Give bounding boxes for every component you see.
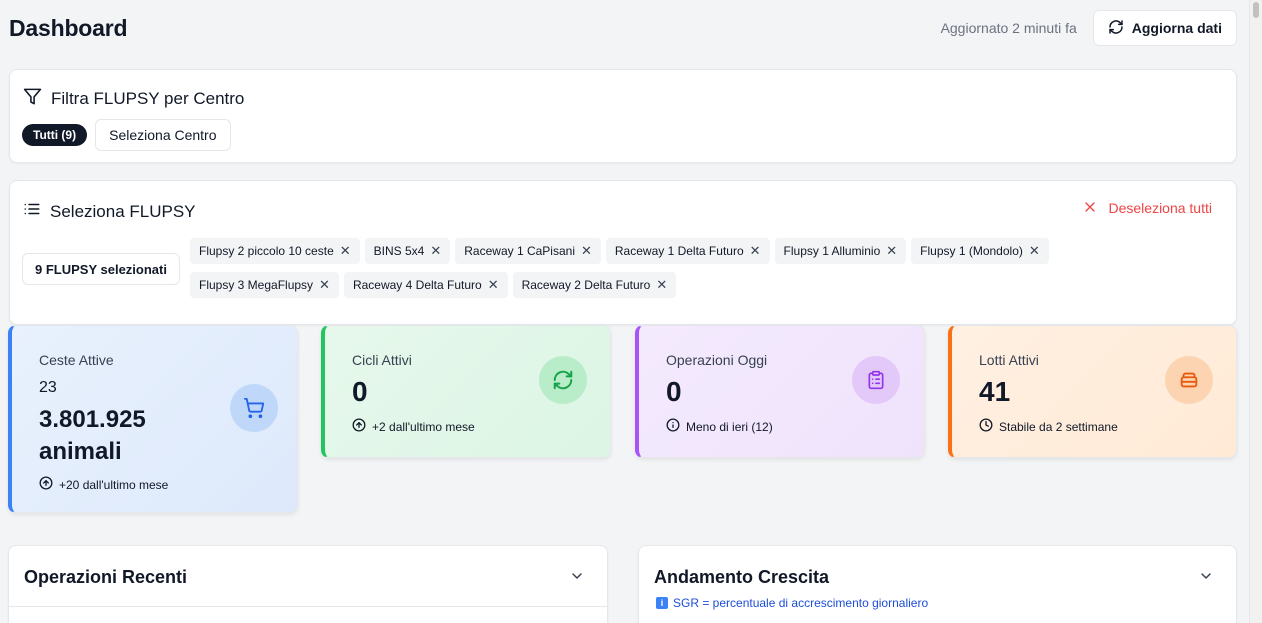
flupsy-chip-label: Raceway 1 Delta Futuro [614,244,744,258]
stat-trend-text: +20 dall'ultimo mese [59,477,169,492]
stat-trend: +2 dall'ultimo mese [352,418,475,435]
stat-trend: Meno di ieri (12) [666,418,773,435]
page-scrollbar[interactable] [1249,0,1262,623]
flupsy-chip[interactable]: BINS 5x4 ✕ [364,238,451,264]
stat-value: 41 [979,376,1011,407]
stat-basket-count: 23 [39,379,57,396]
cart-icon [230,384,278,432]
arrow-up-circle-icon [39,476,53,493]
refresh-data-button[interactable]: Aggiorna dati [1092,10,1237,46]
sgr-note-text: SGR = percentuale di accrescimento giorn… [673,596,929,610]
panel-divider [9,606,607,607]
remove-chip-icon[interactable]: ✕ [581,243,592,259]
remove-chip-icon[interactable]: ✕ [656,277,667,293]
remove-chip-icon[interactable]: ✕ [1029,243,1040,259]
all-centers-pill[interactable]: Tutti (9) [22,124,88,146]
flupsy-chip[interactable]: Raceway 1 CaPisani ✕ [455,238,601,264]
stat-label: Operazioni Oggi [666,352,768,368]
flupsy-select-title: Seleziona FLUPSY [50,201,196,221]
refresh-cycle-icon [539,356,587,404]
flupsy-select-heading: Seleziona FLUPSY [23,200,196,223]
filter-icon [23,87,42,111]
chevron-down-icon[interactable] [569,568,585,589]
flupsy-chip-label: Flupsy 1 Alluminio [783,244,881,258]
flupsy-chip-label: Flupsy 1 (Mondolo) [920,244,1023,258]
refresh-icon [1108,19,1124,38]
stat-label: Cicli Attivi [352,352,412,368]
remove-chip-icon[interactable]: ✕ [340,243,351,259]
center-filter-heading: Filtra FLUPSY per Centro [23,87,244,111]
deselect-all-button[interactable]: Deseleziona tutti [1084,200,1212,216]
recent-operations-title: Operazioni Recenti [24,567,188,587]
refresh-data-label: Aggiorna dati [1131,20,1222,36]
scrollbar-thumb[interactable] [1253,2,1259,18]
page-header: Dashboard Aggiornato 2 minuti fa Aggiorn… [9,8,1237,48]
stat-card-active-baskets: Ceste Attive 23 3.801.925 animali +20 da… [8,325,298,513]
flupsy-select-card: Seleziona FLUPSY Deseleziona tutti 9 FLU… [9,180,1237,325]
chevron-down-icon[interactable] [1198,568,1214,589]
flupsy-chip-label: BINS 5x4 [373,244,425,258]
header-actions: Aggiornato 2 minuti fa Aggiorna dati [941,10,1237,46]
remove-chip-icon[interactable]: ✕ [430,243,441,259]
center-filter-title: Filtra FLUPSY per Centro [51,89,245,108]
remove-chip-icon[interactable]: ✕ [750,243,761,259]
flupsy-chip[interactable]: Raceway 1 Delta Futuro ✕ [605,238,770,264]
flupsy-chip-label: Raceway 2 Delta Futuro [521,278,651,292]
growth-trend-panel: Andamento Crescita i SGR = percentuale d… [638,545,1237,623]
flupsy-chip-label: Flupsy 2 piccolo 10 ceste [199,244,334,258]
stat-card-active-cycles: Cicli Attivi 0 +2 dall'ultimo mese [321,325,611,458]
stat-trend-text: Meno di ieri (12) [686,419,773,434]
page-title: Dashboard [9,14,128,41]
clock-icon [979,418,993,435]
flupsy-chip[interactable]: Flupsy 3 MegaFlupsy ✕ [190,272,339,298]
deselect-all-label: Deseleziona tutti [1108,200,1212,216]
stat-label: Ceste Attive [39,352,114,368]
flupsy-chip-label: Raceway 4 Delta Futuro [352,278,482,292]
stat-trend: Stabile da 2 settimane [979,418,1118,435]
stat-card-operations-today: Operazioni Oggi 0 Meno di ieri (12) [635,325,925,458]
stat-card-active-lots: Lotti Attivi 41 Stabile da 2 settimane [948,325,1237,458]
list-icon [23,200,41,223]
stat-trend-text: +2 dall'ultimo mese [372,419,475,434]
info-icon: i [656,597,668,609]
close-icon [1084,200,1096,216]
flupsy-chip[interactable]: Raceway 2 Delta Futuro ✕ [512,272,677,298]
remove-chip-icon[interactable]: ✕ [886,243,897,259]
stat-label: Lotti Attivi [979,352,1039,368]
growth-trend-title: Andamento Crescita [654,567,830,587]
remove-chip-icon[interactable]: ✕ [319,277,330,293]
stat-value: 0 [666,376,682,407]
flupsy-chip[interactable]: Flupsy 1 Alluminio ✕ [774,238,907,264]
flupsy-chip[interactable]: Flupsy 2 piccolo 10 ceste ✕ [190,238,360,264]
selected-count-button[interactable]: 9 FLUPSY selezionati [22,253,180,285]
recent-operations-panel: Operazioni Recenti [8,545,608,623]
arrow-up-circle-icon [352,418,366,435]
stat-animal-count: 3.801.925 animali [39,406,146,465]
remove-chip-icon[interactable]: ✕ [488,277,499,293]
stat-trend-text: Stabile da 2 settimane [999,419,1118,434]
flupsy-chip-label: Flupsy 3 MegaFlupsy [199,278,314,292]
stat-trend: +20 dall'ultimo mese [39,476,168,493]
last-updated-text: Aggiornato 2 minuti fa [940,20,1077,36]
flupsy-chip-label: Raceway 1 CaPisani [464,244,575,258]
flupsy-chip-list: Flupsy 2 piccolo 10 ceste ✕ BINS 5x4 ✕ Rac… [190,238,1200,298]
info-circle-icon [666,418,680,435]
layers-box-icon [1165,356,1213,404]
stat-value: 0 [352,376,368,407]
select-center-button[interactable]: Seleziona Centro [95,119,231,151]
flupsy-chip[interactable]: Raceway 4 Delta Futuro ✕ [343,272,508,298]
center-filter-card: Filtra FLUPSY per Centro Tutti (9) Selez… [9,69,1237,163]
center-filter-options: Tutti (9) Seleziona Centro [22,119,231,151]
sgr-note: i SGR = percentuale di accrescimento gio… [656,596,928,610]
clipboard-icon [852,356,900,404]
flupsy-chip[interactable]: Flupsy 1 (Mondolo) ✕ [911,238,1049,264]
